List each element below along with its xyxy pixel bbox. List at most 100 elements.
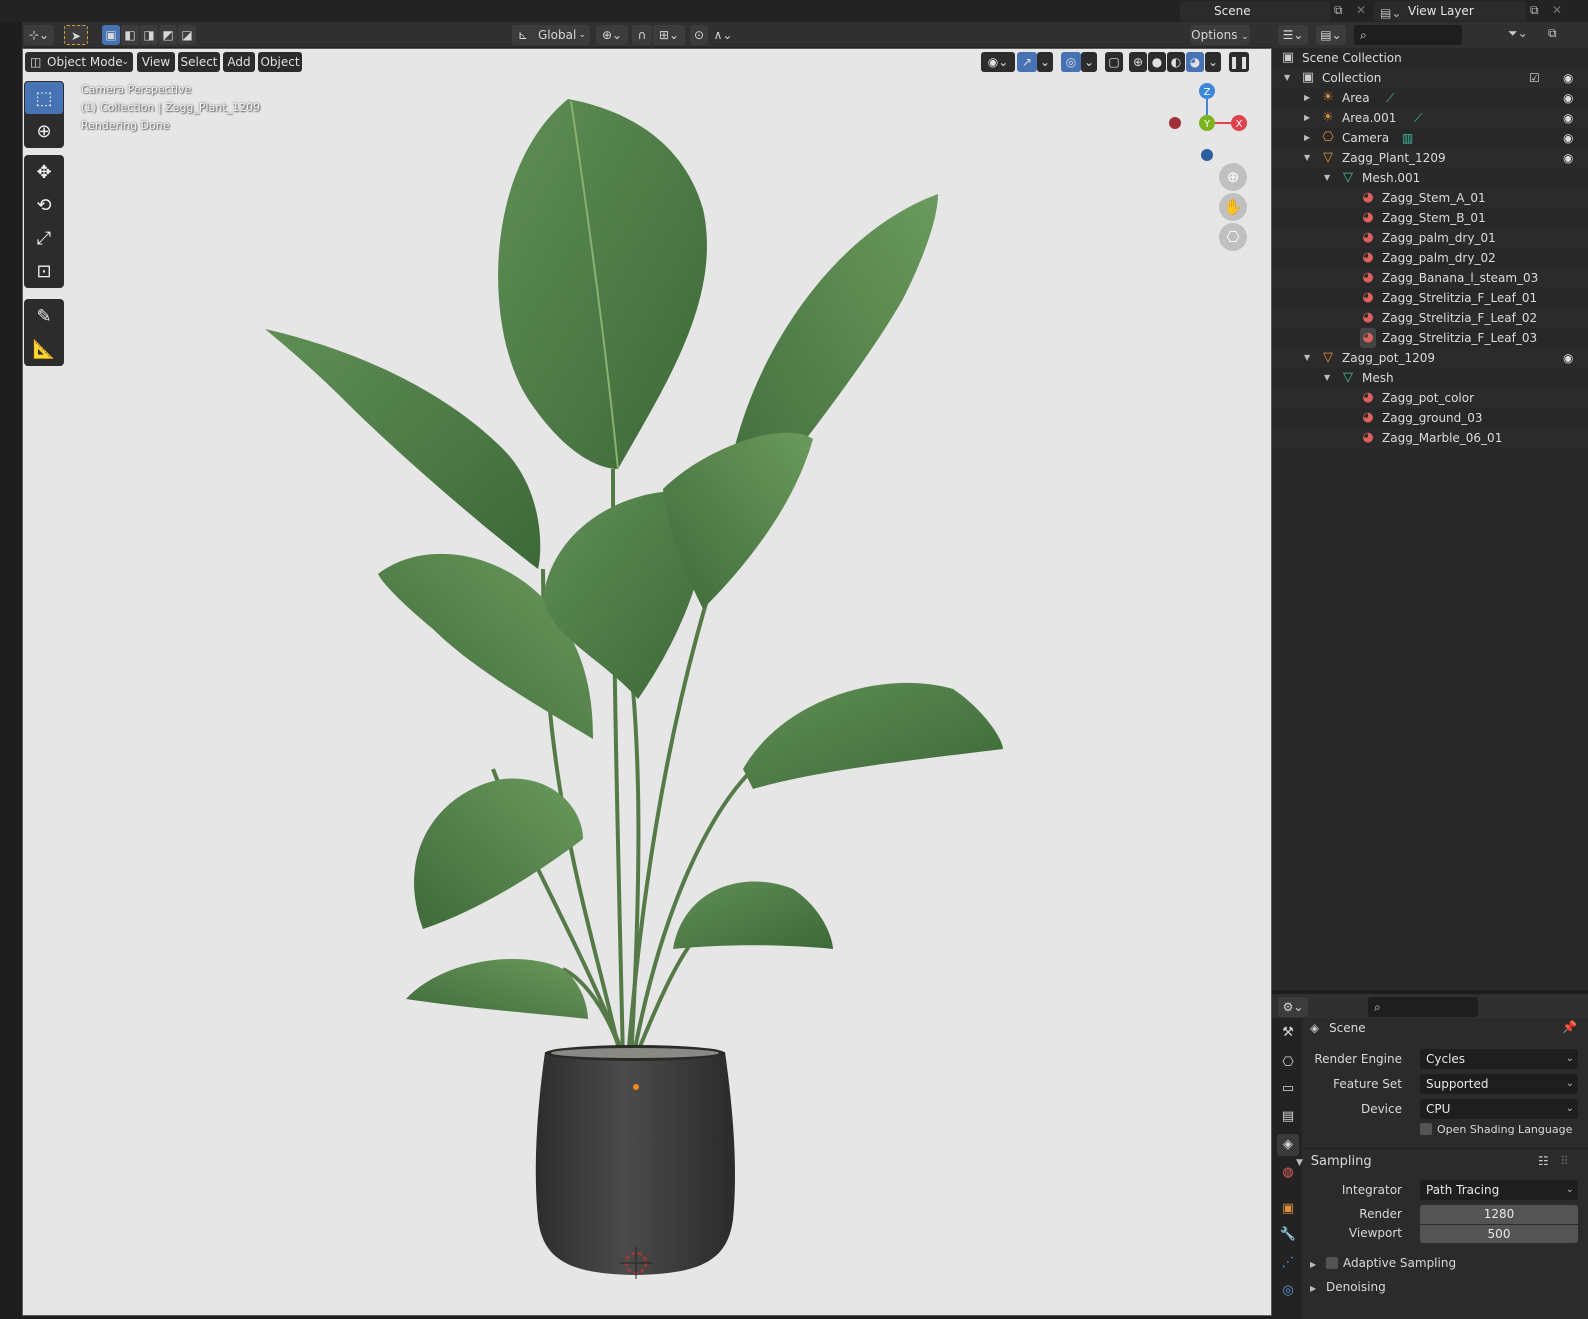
outliner-row-label: Zagg_Stem_A_01 bbox=[1382, 191, 1486, 205]
tab-modifiers[interactable]: 🔧 bbox=[1277, 1224, 1299, 1246]
render-samples-value: 1280 bbox=[1483, 1207, 1515, 1221]
eye-icon[interactable]: ◉ bbox=[1563, 148, 1573, 168]
outliner-row-material[interactable]: ◕ Zagg_ground_03 bbox=[1272, 408, 1588, 428]
expand-arrow-icon[interactable]: ▼ bbox=[1324, 368, 1330, 388]
outliner: ▣ Scene Collection ▼ ▣ Collection ☑ ◉ ▶ … bbox=[1272, 48, 1588, 990]
outliner-row-area[interactable]: ▶ ☀ Area ⟋ ◉ bbox=[1272, 88, 1588, 108]
outliner-row-label: Zagg_pot_color bbox=[1382, 391, 1475, 405]
presets-icon[interactable]: ☷ bbox=[1538, 1149, 1549, 1173]
outliner-row-area-001[interactable]: ▶ ☀ Area.001 ⟋ ◉ bbox=[1272, 108, 1588, 128]
tab-render[interactable]: ⎔ bbox=[1277, 1052, 1299, 1074]
options-dropdown[interactable]: Options ⌄ bbox=[1190, 25, 1250, 45]
tab-particles[interactable]: ⋰ bbox=[1277, 1252, 1299, 1274]
feature-set-dropdown[interactable]: Supported ⌄ bbox=[1420, 1074, 1578, 1094]
adaptive-sampling-subpanel[interactable]: ▶ Adaptive Sampling bbox=[1310, 1256, 1456, 1270]
view-layer-selector[interactable]: ▤⌄ View Layer bbox=[1374, 1, 1526, 21]
delete-scene-icon[interactable]: ✕ bbox=[1356, 3, 1366, 17]
outliner-row-label: Zagg_Banana_l_steam_03 bbox=[1382, 271, 1539, 285]
outliner-row-camera[interactable]: ▶ ⎔ Camera ▥ ◉ bbox=[1272, 128, 1588, 148]
outliner-row-mesh-001[interactable]: ▼ ▽ Mesh.001 bbox=[1272, 168, 1588, 188]
snap-toggle-button[interactable]: ∩ bbox=[632, 25, 652, 45]
new-collection-button[interactable]: ⧉ bbox=[1548, 26, 1557, 41]
view-layer-icon: ▤ bbox=[1281, 1109, 1295, 1124]
filter-dropdown[interactable]: ⏷⌄ bbox=[1508, 26, 1528, 41]
sampling-panel-header[interactable]: ▼ Sampling ☷ ⠿ bbox=[1296, 1148, 1588, 1173]
outliner-row-material[interactable]: ◕ Zagg_Stem_A_01 bbox=[1272, 188, 1588, 208]
render-engine-dropdown[interactable]: Cycles ⌄ bbox=[1420, 1049, 1578, 1069]
outliner-row-scene-collection[interactable]: ▣ Scene Collection bbox=[1272, 48, 1588, 68]
chevron-down-icon: ⌄ bbox=[1565, 1103, 1574, 1114]
snap-target-button[interactable]: ⊞⌄ bbox=[653, 25, 685, 45]
falloff-button[interactable]: ∧⌄ bbox=[709, 25, 737, 45]
outliner-row-material[interactable]: ◕ Zagg_pot_color bbox=[1272, 388, 1588, 408]
select-mode-extend-button[interactable]: ◧ bbox=[121, 25, 139, 45]
properties-search-input[interactable]: ⌕ bbox=[1368, 997, 1478, 1017]
chevron-down-icon: ⌄ bbox=[1565, 1078, 1574, 1089]
expand-arrow-icon[interactable]: ▼ bbox=[1284, 68, 1290, 88]
properties-context: ◈ Scene bbox=[1310, 1016, 1580, 1040]
new-scene-icon[interactable]: ⧉ bbox=[1334, 3, 1343, 18]
exclude-checkbox[interactable]: ☑ bbox=[1529, 68, 1540, 88]
integrator-dropdown[interactable]: Path Tracing ⌄ bbox=[1420, 1180, 1578, 1200]
select-mode-subtract-button[interactable]: ◨ bbox=[140, 25, 158, 45]
outliner-row-material[interactable]: ◕ Zagg_Strelitzia_F_Leaf_02 bbox=[1272, 308, 1588, 328]
expand-arrow-icon[interactable]: ▼ bbox=[1304, 148, 1310, 168]
tab-object[interactable]: ▣ bbox=[1277, 1198, 1299, 1220]
pin-icon[interactable]: 📌 bbox=[1562, 1020, 1577, 1034]
outliner-editor-type[interactable]: ☰⌄ bbox=[1278, 25, 1308, 45]
proportional-edit-button[interactable]: ⊙ bbox=[690, 25, 708, 45]
expand-arrow-icon[interactable]: ▼ bbox=[1324, 168, 1330, 188]
outliner-row-material[interactable]: ◕ Zagg_Strelitzia_F_Leaf_01 bbox=[1272, 288, 1588, 308]
select-mode-new-button[interactable]: ▣ bbox=[102, 25, 120, 45]
expand-arrow-icon[interactable]: ▼ bbox=[1304, 348, 1310, 368]
outliner-row-material[interactable]: ◕ Zagg_palm_dry_02 bbox=[1272, 248, 1588, 268]
device-dropdown[interactable]: CPU ⌄ bbox=[1420, 1099, 1578, 1119]
mesh-object-icon: ▽ bbox=[1323, 150, 1333, 165]
checkbox-icon[interactable] bbox=[1325, 1257, 1338, 1269]
expand-arrow-icon[interactable]: ▶ bbox=[1304, 108, 1310, 128]
render-icon: ⎔ bbox=[1282, 1055, 1294, 1070]
tab-tool[interactable]: ⚒ bbox=[1277, 1022, 1299, 1044]
osl-checkbox[interactable]: Open Shading Language bbox=[1420, 1123, 1572, 1136]
outliner-row-zagg-plant[interactable]: ▼ ▽ Zagg_Plant_1209 ◉ bbox=[1272, 148, 1588, 168]
properties-editor-type[interactable]: ⚙⌄ bbox=[1278, 997, 1308, 1017]
leaf-lower-right bbox=[673, 881, 833, 949]
outliner-row-material[interactable]: ◕ Zagg_Stem_B_01 bbox=[1272, 208, 1588, 228]
denoising-subpanel[interactable]: ▶ Denoising bbox=[1310, 1280, 1386, 1294]
outliner-row-material[interactable]: ◕ Zagg_Banana_l_steam_03 bbox=[1272, 268, 1588, 288]
viewport-samples-field[interactable]: 500 bbox=[1420, 1224, 1578, 1243]
expand-arrow-icon[interactable]: ▶ bbox=[1304, 88, 1310, 108]
eye-icon[interactable]: ◉ bbox=[1563, 348, 1573, 368]
select-tool-button[interactable]: ➤ bbox=[64, 25, 88, 45]
outliner-row-material[interactable]: ◕ Zagg_Strelitzia_F_Leaf_03 bbox=[1272, 328, 1588, 348]
outliner-row-material[interactable]: ◕ Zagg_Marble_06_01 bbox=[1272, 428, 1588, 448]
tab-output[interactable]: ▭ bbox=[1277, 1078, 1299, 1100]
outliner-row-zagg-pot[interactable]: ▼ ▽ Zagg_pot_1209 ◉ bbox=[1272, 348, 1588, 368]
3d-viewport[interactable]: ◫ Object Mode ⌄ View Select Add Object ◉… bbox=[22, 48, 1272, 1316]
new-view-layer-icon[interactable]: ⧉ bbox=[1530, 3, 1539, 18]
tab-scene[interactable]: ◈ bbox=[1277, 1134, 1299, 1156]
editor-type-button[interactable]: ⊹⌄ bbox=[24, 25, 54, 45]
drag-handle-icon[interactable]: ⠿ bbox=[1560, 1149, 1569, 1173]
scene-selector[interactable]: Scene bbox=[1180, 1, 1330, 21]
eye-icon[interactable]: ◉ bbox=[1563, 88, 1573, 108]
select-mode-invert-button[interactable]: ◩ bbox=[159, 25, 177, 45]
transform-orientation-dropdown[interactable]: ⊾ Global ⌄ bbox=[512, 25, 590, 45]
search-icon: ⌕ bbox=[1360, 28, 1367, 42]
eye-icon[interactable]: ◉ bbox=[1563, 68, 1573, 88]
tab-physics[interactable]: ◎ bbox=[1277, 1280, 1299, 1302]
outliner-row-material[interactable]: ◕ Zagg_palm_dry_01 bbox=[1272, 228, 1588, 248]
expand-arrow-icon[interactable]: ▶ bbox=[1304, 128, 1310, 148]
tab-view-layer[interactable]: ▤ bbox=[1277, 1106, 1299, 1128]
display-mode-dropdown[interactable]: ▤⌄ bbox=[1316, 25, 1346, 45]
outliner-row-mesh[interactable]: ▼ ▽ Mesh bbox=[1272, 368, 1588, 388]
eye-icon[interactable]: ◉ bbox=[1563, 128, 1573, 148]
select-mode-intersect-button[interactable]: ◪ bbox=[178, 25, 196, 45]
collection-icon: ▣ bbox=[1301, 70, 1315, 85]
render-samples-field[interactable]: 1280 bbox=[1420, 1205, 1578, 1224]
outliner-row-collection[interactable]: ▼ ▣ Collection ☑ ◉ bbox=[1272, 68, 1588, 88]
outliner-search-input[interactable]: ⌕ bbox=[1354, 25, 1462, 45]
delete-view-layer-icon[interactable]: ✕ bbox=[1552, 3, 1562, 17]
eye-icon[interactable]: ◉ bbox=[1563, 108, 1573, 128]
pivot-point-button[interactable]: ⊕⌄ bbox=[596, 25, 628, 45]
